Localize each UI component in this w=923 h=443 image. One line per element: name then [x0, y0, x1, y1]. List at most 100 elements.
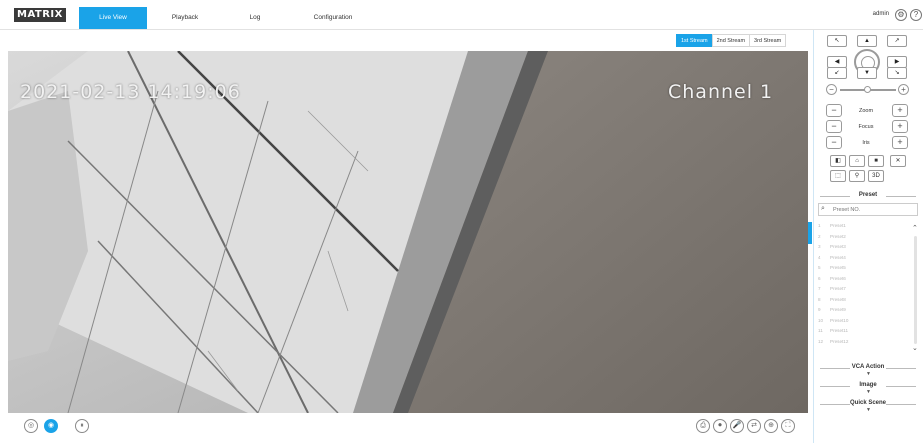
- preset-name: Preset6: [830, 275, 846, 281]
- image-chevron-down-icon[interactable]: ▼: [866, 389, 871, 395]
- zoom-in-button[interactable]: +: [892, 104, 908, 117]
- fullscreen-icon[interactable]: ⛶: [781, 419, 795, 433]
- preset-item[interactable]: 4 Preset4: [816, 253, 910, 264]
- tab-log[interactable]: Log: [240, 7, 270, 29]
- preset-number: 10: [818, 317, 824, 323]
- stream-button-2nd[interactable]: 2nd Stream: [711, 34, 751, 47]
- iris-close-button[interactable]: −: [826, 136, 842, 149]
- preset-item[interactable]: 2 Preset2: [816, 232, 910, 243]
- preset-search-box: ⌕: [818, 203, 918, 216]
- preset-search-input[interactable]: [833, 205, 913, 215]
- preset-item[interactable]: 10 Preset10: [816, 316, 910, 327]
- tab-playback[interactable]: Playback: [160, 7, 210, 29]
- panel-collapse-handle[interactable]: [808, 222, 812, 244]
- preset-number: 4: [818, 254, 821, 260]
- preset-name: Preset10: [830, 317, 849, 323]
- preset-name: Preset5: [830, 265, 846, 270]
- logo-text: MATRIX: [17, 9, 63, 20]
- preset-item[interactable]: 3 Preset3: [816, 242, 910, 253]
- username-label: admin: [872, 11, 889, 17]
- preset-name: Preset12: [830, 338, 849, 344]
- microphone-icon[interactable]: 🎤: [730, 419, 744, 433]
- scroll-down-icon[interactable]: ⌄: [912, 344, 918, 352]
- focus-near-button[interactable]: −: [826, 120, 842, 133]
- 3d-position-icon[interactable]: 3D: [868, 170, 884, 182]
- ptz-down-left-button[interactable]: ↙: [827, 67, 847, 79]
- quick-scene-section-title[interactable]: Quick Scene: [816, 400, 920, 406]
- preset-number: 7: [818, 286, 821, 291]
- preset-item[interactable]: 12 Preset12: [816, 337, 910, 348]
- light-icon[interactable]: ■: [868, 155, 884, 167]
- preset-item[interactable]: 5 Preset5: [816, 263, 910, 274]
- live-video[interactable]: 2021-02-13 14:19:06 Channel 1: [8, 51, 808, 413]
- preset-number: 3: [818, 244, 821, 249]
- preset-number: 11: [818, 328, 823, 333]
- iris-label: Iris: [862, 140, 870, 146]
- audio-icon[interactable]: ⇄: [747, 419, 761, 433]
- live-view-icon[interactable]: ◉: [44, 419, 58, 433]
- fisheye-view-icon[interactable]: ◎: [24, 419, 38, 433]
- home-icon[interactable]: ⌂: [849, 155, 865, 167]
- speed-plus-icon[interactable]: +: [898, 84, 909, 95]
- ptz-up-button[interactable]: ▲: [857, 35, 877, 47]
- ptz-up-right-button[interactable]: ↗: [887, 35, 907, 47]
- zoom-out-button[interactable]: −: [826, 104, 842, 117]
- video-control-bar: ◎ ◉ ⏸ ⎙ ⏺ 🎤 ⇄ ⊕ ⛶: [8, 415, 808, 437]
- preset-number: 12: [818, 338, 824, 344]
- stream-button-1st[interactable]: 1st Stream: [676, 34, 713, 47]
- matrix-logo: MATRIX: [14, 8, 66, 22]
- preset-item[interactable]: 1 Preset1: [816, 221, 910, 232]
- speed-minus-icon[interactable]: −: [826, 84, 837, 95]
- preset-number: 1: [818, 223, 821, 228]
- preset-item[interactable]: 7 Preset7: [816, 284, 910, 295]
- preset-number: 9: [818, 307, 821, 312]
- record-icon[interactable]: ⏺: [713, 419, 727, 433]
- close-icon[interactable]: ✕: [890, 155, 906, 167]
- top-bar: MATRIX Live View Playback Log Configurat…: [0, 0, 923, 30]
- preset-name: Preset4: [830, 254, 846, 260]
- preset-item[interactable]: 6 Preset6: [816, 274, 910, 285]
- zoom-in-icon[interactable]: ⊕: [764, 419, 778, 433]
- scroll-up-icon[interactable]: ⌃: [912, 224, 918, 232]
- preset-item[interactable]: 8 Preset8: [816, 295, 910, 306]
- preset-name: Preset7: [830, 286, 846, 291]
- preset-name: Preset9: [830, 307, 846, 312]
- preset-name: Preset2: [830, 233, 846, 239]
- preset-number: 5: [818, 265, 821, 270]
- gear-icon[interactable]: ⚙: [895, 9, 907, 21]
- focus-label: Focus: [858, 124, 874, 130]
- tab-configuration[interactable]: Configuration: [300, 7, 366, 29]
- image-section-title[interactable]: Image: [816, 382, 920, 388]
- area-focus-icon[interactable]: ⬚: [830, 170, 846, 182]
- ptz-down-button[interactable]: ▼: [857, 67, 877, 79]
- focus-far-button[interactable]: +: [892, 120, 908, 133]
- video-timestamp: 2021-02-13 14:19:06: [20, 81, 241, 103]
- preset-scrollbar[interactable]: [914, 236, 917, 344]
- wiper-icon[interactable]: ◧: [830, 155, 846, 167]
- ptz-up-left-button[interactable]: ↖: [827, 35, 847, 47]
- quick-scene-chevron-down-icon[interactable]: ▼: [866, 407, 871, 413]
- video-channel-name: Channel 1: [668, 81, 774, 103]
- preset-section-title: Preset: [816, 192, 920, 198]
- preset-name: Preset1: [830, 223, 846, 228]
- speed-slider-handle[interactable]: [864, 86, 871, 93]
- preset-list: 1 Preset1 2 Preset2 3 Preset3 4 Preset4 5 Preset5…: [816, 221, 910, 347]
- help-icon[interactable]: ?: [910, 9, 922, 21]
- iris-open-button[interactable]: +: [892, 136, 908, 149]
- preset-name: Preset3: [830, 244, 846, 249]
- pause-icon[interactable]: ⏸: [75, 419, 89, 433]
- search-icon: ⌕: [821, 205, 825, 212]
- preset-number: 8: [818, 296, 821, 302]
- track-icon[interactable]: ⚲: [849, 170, 865, 182]
- preset-item[interactable]: 9 Preset9: [816, 305, 910, 316]
- vca-chevron-down-icon[interactable]: ▼: [866, 371, 871, 377]
- tab-live-view[interactable]: Live View: [79, 7, 147, 29]
- preset-item[interactable]: 11 Preset11: [816, 326, 910, 337]
- vca-action-section-title[interactable]: VCA Action: [816, 364, 920, 370]
- stream-button-3rd[interactable]: 3rd Stream: [749, 34, 787, 47]
- preset-name: Preset11: [830, 328, 849, 333]
- ptz-down-right-button[interactable]: ↘: [887, 67, 907, 79]
- camera-feed-image: [8, 51, 808, 413]
- preset-number: 2: [818, 233, 821, 239]
- snapshot-icon[interactable]: ⎙: [696, 419, 710, 433]
